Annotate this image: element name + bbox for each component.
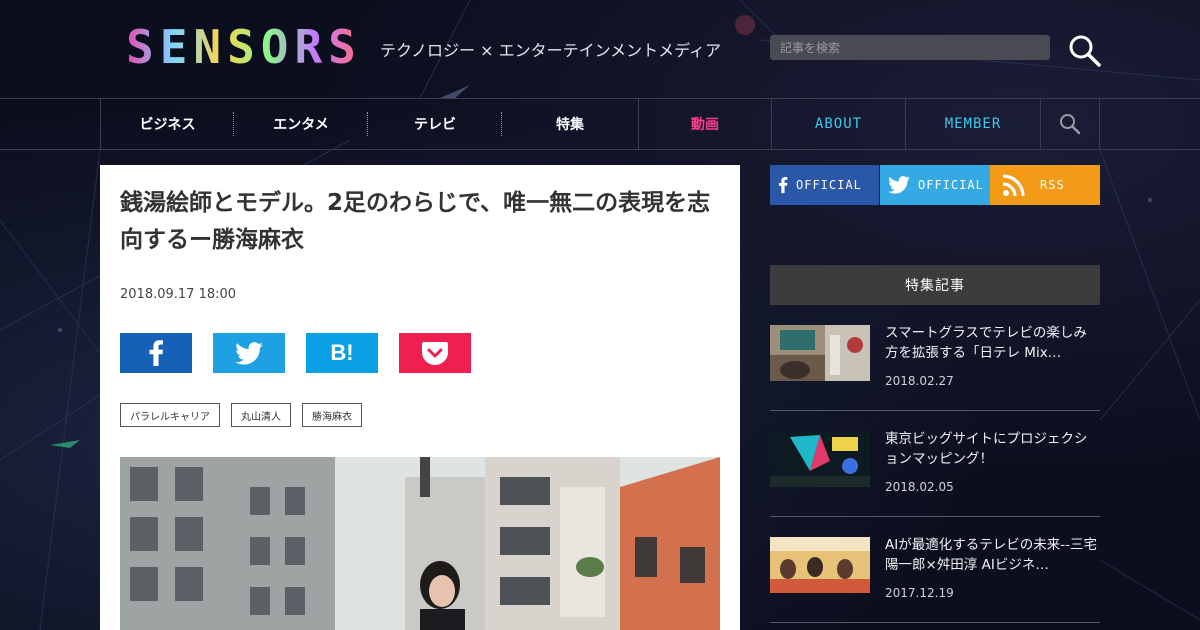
search-icon <box>1060 114 1081 135</box>
twitter-official-label: OFFICIAL <box>918 178 984 192</box>
twitter-icon <box>888 176 910 194</box>
article-card: 銭湯絵師とモデル。2足のわらじで、唯一無二の表現を志向するー勝海麻衣 2018.… <box>100 165 740 630</box>
nav-item-member[interactable]: MEMBER <box>906 99 1041 149</box>
site-tagline: テクノロジー × エンターテインメントメディア <box>380 41 722 60</box>
feature-article-title[interactable]: 東京ビッグサイトにプロジェクションマッピング！ <box>885 429 1100 469</box>
tag-katsumi-mai[interactable]: 勝海麻衣 <box>302 403 362 427</box>
rss-label: RSS <box>1040 178 1065 192</box>
pocket-icon <box>422 342 448 365</box>
nav-search-button[interactable] <box>1041 99 1099 149</box>
nav-item-about[interactable]: ABOUT <box>772 99 906 149</box>
article-thumbnail[interactable] <box>770 537 870 593</box>
feature-article-date: 2018.02.05 <box>885 480 954 494</box>
feature-article-title[interactable]: AIが最適化するテレビの未来--三宅陽一郎×舛田淳 AIビジネ… <box>885 535 1100 575</box>
tag-list: パラレルキャリア 丸山清人 勝海麻衣 <box>120 403 362 427</box>
twitter-share-button[interactable] <box>213 333 285 373</box>
facebook-official-label: OFFICIAL <box>796 178 862 192</box>
twitter-official-button[interactable]: OFFICIAL <box>880 165 990 205</box>
article-thumbnail[interactable] <box>770 325 870 381</box>
feature-article-date: 2018.02.27 <box>885 374 954 388</box>
search-icon[interactable] <box>1068 34 1102 68</box>
site-header: SENSORS テクノロジー × エンターテインメントメディア <box>0 0 1200 98</box>
feature-article-title[interactable]: スマートグラスでテレビの楽しみ方を拡張する「日テレ Mix… <box>885 323 1100 363</box>
twitter-icon <box>235 341 263 365</box>
feature-articles-header: 特集記事 <box>770 265 1100 305</box>
facebook-official-button[interactable]: OFFICIAL <box>770 165 879 205</box>
share-buttons: B! <box>120 333 471 373</box>
main-nav: ビジネス エンタメ テレビ 特集 動画 ABOUT MEMBER <box>0 98 1200 150</box>
site-logo[interactable]: SENSORS <box>126 22 362 72</box>
rss-icon <box>1002 174 1025 197</box>
nav-item-video[interactable]: 動画 <box>639 99 772 149</box>
nav-item-entertainment[interactable]: エンタメ <box>234 99 368 149</box>
article-title: 銭湯絵師とモデル。2足のわらじで、唯一無二の表現を志向するー勝海麻衣 <box>120 190 711 253</box>
rss-button[interactable]: RSS <box>990 165 1100 205</box>
nav-item-tv[interactable]: テレビ <box>368 99 502 149</box>
facebook-share-button[interactable] <box>120 333 192 373</box>
facebook-icon <box>778 177 788 194</box>
nav-item-business[interactable]: ビジネス <box>101 99 234 149</box>
feature-article-item[interactable]: AIが最適化するテレビの未来--三宅陽一郎×舛田淳 AIビジネ… 2017.12… <box>770 517 1100 623</box>
pocket-share-button[interactable] <box>399 333 471 373</box>
hatena-bookmark-button[interactable]: B! <box>306 333 378 373</box>
article-thumbnail[interactable] <box>770 431 870 487</box>
feature-article-date: 2017.12.19 <box>885 586 954 600</box>
article-hero-image <box>120 457 720 630</box>
tag-parallel-career[interactable]: パラレルキャリア <box>120 403 220 427</box>
tag-maruyama-kiyoto[interactable]: 丸山清人 <box>231 403 291 427</box>
search-input[interactable] <box>770 35 1050 60</box>
nav-item-feature[interactable]: 特集 <box>502 99 639 149</box>
feature-article-item[interactable]: スマートグラスでテレビの楽しみ方を拡張する「日テレ Mix… 2018.02.2… <box>770 305 1100 411</box>
article-date: 2018.09.17 18:00 <box>120 287 237 302</box>
feature-article-item[interactable]: 東京ビッグサイトにプロジェクションマッピング！ 2018.02.05 <box>770 411 1100 517</box>
facebook-icon <box>149 340 163 366</box>
social-follow-buttons: OFFICIAL OFFICIAL RSS <box>770 165 1100 205</box>
